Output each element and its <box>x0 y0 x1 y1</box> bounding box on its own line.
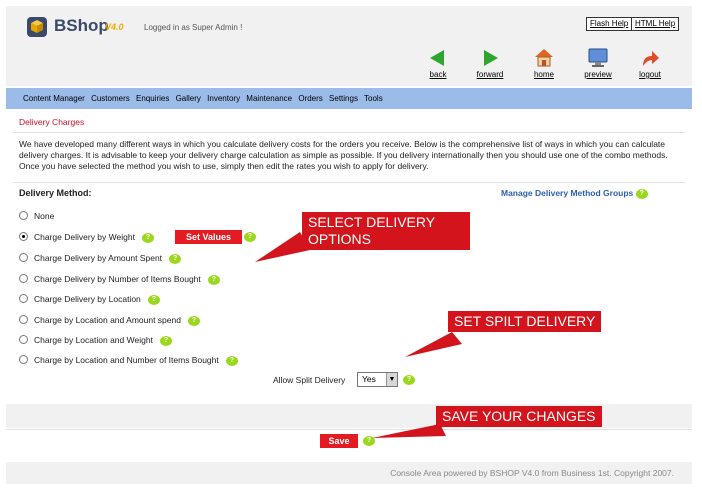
callout-split-delivery: SET SPILT DELIVERY <box>448 311 602 332</box>
help-icon[interactable]: ? <box>142 232 155 243</box>
intro-text: We have developed many different ways in… <box>19 139 668 171</box>
arrow-left-icon <box>430 50 444 66</box>
radio-location-items[interactable] <box>19 355 28 365</box>
help-icon[interactable]: ? <box>207 274 220 285</box>
callout-save-changes: SAVE YOUR CHANGES <box>436 406 602 427</box>
arrow-right-icon <box>484 50 498 66</box>
menu-item-content-manager[interactable]: Content Manager <box>23 94 85 103</box>
menu-item-enquiries[interactable]: Enquiries <box>136 94 169 103</box>
monitor-icon <box>588 48 608 67</box>
split-delivery-value: Yes <box>362 374 376 384</box>
split-delivery-select[interactable]: Yes ▼ <box>357 372 398 387</box>
option-weight[interactable]: Charge Delivery by Weight ? <box>19 230 155 244</box>
home-icon <box>535 49 553 67</box>
delivery-method-label: Delivery Method: <box>19 188 92 198</box>
save-help: ? <box>363 433 375 447</box>
chevron-down-icon[interactable]: ▼ <box>386 373 397 386</box>
help-icon[interactable]: ? <box>188 315 201 326</box>
option-label: Charge by Location and Amount spend <box>34 315 181 325</box>
help-icon[interactable]: ? <box>363 435 375 446</box>
logout-button[interactable]: logout <box>630 48 670 79</box>
help-icon[interactable]: ? <box>244 231 256 242</box>
option-items-bought[interactable]: Charge Delivery by Number of Items Bough… <box>19 272 220 286</box>
option-label: Charge by Location and Weight <box>34 335 153 345</box>
page-title: Delivery Charges <box>19 117 85 127</box>
option-label: None <box>34 211 55 221</box>
divider <box>6 429 692 430</box>
radio-location-amount[interactable] <box>19 315 28 325</box>
help-icon[interactable]: ? <box>169 253 182 264</box>
help-icon[interactable]: ? <box>160 335 173 346</box>
menu-item-inventory[interactable]: Inventory <box>207 94 240 103</box>
option-none[interactable]: None <box>19 209 54 223</box>
option-label: Charge Delivery by Weight <box>34 232 135 242</box>
menu-item-customers[interactable]: Customers <box>91 94 130 103</box>
bshop-logo-icon <box>26 16 48 38</box>
radio-amount-spent[interactable] <box>19 253 28 263</box>
preview-button[interactable]: preview <box>578 48 618 79</box>
brand-name: BShop <box>54 16 109 35</box>
radio-items-bought[interactable] <box>19 274 28 284</box>
option-location-weight[interactable]: Charge by Location and Weight ? <box>19 333 173 347</box>
home-label: home <box>533 70 554 79</box>
radio-location[interactable] <box>19 294 28 304</box>
option-label: Charge Delivery by Amount Spent <box>34 253 163 263</box>
set-values-button[interactable]: Set Values <box>175 230 242 244</box>
html-help-link[interactable]: HTML Help <box>631 17 680 31</box>
back-button[interactable]: back <box>418 48 458 79</box>
radio-location-weight[interactable] <box>19 335 28 345</box>
option-location-items[interactable]: Charge by Location and Number of Items B… <box>19 353 238 367</box>
option-label: Charge Delivery by Location <box>34 294 141 304</box>
menu-item-orders[interactable]: Orders <box>298 94 322 103</box>
callout-select-delivery: SELECT DELIVERY OPTIONS <box>302 212 470 250</box>
logout-label: logout <box>639 70 661 79</box>
radio-none[interactable] <box>19 211 28 221</box>
logged-in-status: Logged in as Super Admin ! <box>144 23 243 32</box>
help-icon[interactable]: ? <box>635 188 648 199</box>
forward-label: forward <box>476 70 504 79</box>
divider <box>13 132 685 133</box>
split-delivery-label: Allow Split Delivery <box>273 375 346 385</box>
main-menu: Content Manager Customers Enquiries Gall… <box>6 88 692 109</box>
radio-weight[interactable] <box>19 232 28 242</box>
option-location-amount[interactable]: Charge by Location and Amount spend ? <box>19 313 201 327</box>
split-help: ? <box>403 372 415 386</box>
home-button[interactable]: home <box>524 48 564 79</box>
option-location[interactable]: Charge Delivery by Location ? <box>19 292 160 306</box>
help-icon[interactable]: ? <box>147 294 160 305</box>
manage-delivery-groups-link[interactable]: Manage Delivery Method Groups ? <box>501 188 648 199</box>
option-label: Charge Delivery by Number of Items Bough… <box>34 274 201 284</box>
preview-label: preview <box>584 70 612 79</box>
logout-arrow-icon <box>643 51 659 66</box>
brand-version: V4.0 <box>105 22 124 32</box>
header: BShop V4.0 Logged in as Super Admin ! Fl… <box>6 6 692 86</box>
help-icon[interactable]: ? <box>403 374 415 385</box>
divider <box>13 182 685 183</box>
flash-help-link[interactable]: Flash Help <box>586 17 633 31</box>
option-label: Charge by Location and Number of Items B… <box>34 355 219 365</box>
menu-item-tools[interactable]: Tools <box>364 94 383 103</box>
manage-link-label: Manage Delivery Method Groups <box>501 188 634 198</box>
forward-button[interactable]: forward <box>470 48 510 79</box>
help-icon[interactable]: ? <box>225 355 238 366</box>
save-button[interactable]: Save <box>320 434 358 448</box>
menu-item-gallery[interactable]: Gallery <box>176 94 201 103</box>
footer: Console Area powered by BSHOP V4.0 from … <box>6 462 692 484</box>
back-label: back <box>429 70 447 79</box>
option-amount-spent[interactable]: Charge Delivery by Amount Spent ? <box>19 251 182 265</box>
menu-item-maintenance[interactable]: Maintenance <box>246 94 292 103</box>
set-values-help: ? <box>244 229 256 243</box>
menu-item-settings[interactable]: Settings <box>329 94 358 103</box>
